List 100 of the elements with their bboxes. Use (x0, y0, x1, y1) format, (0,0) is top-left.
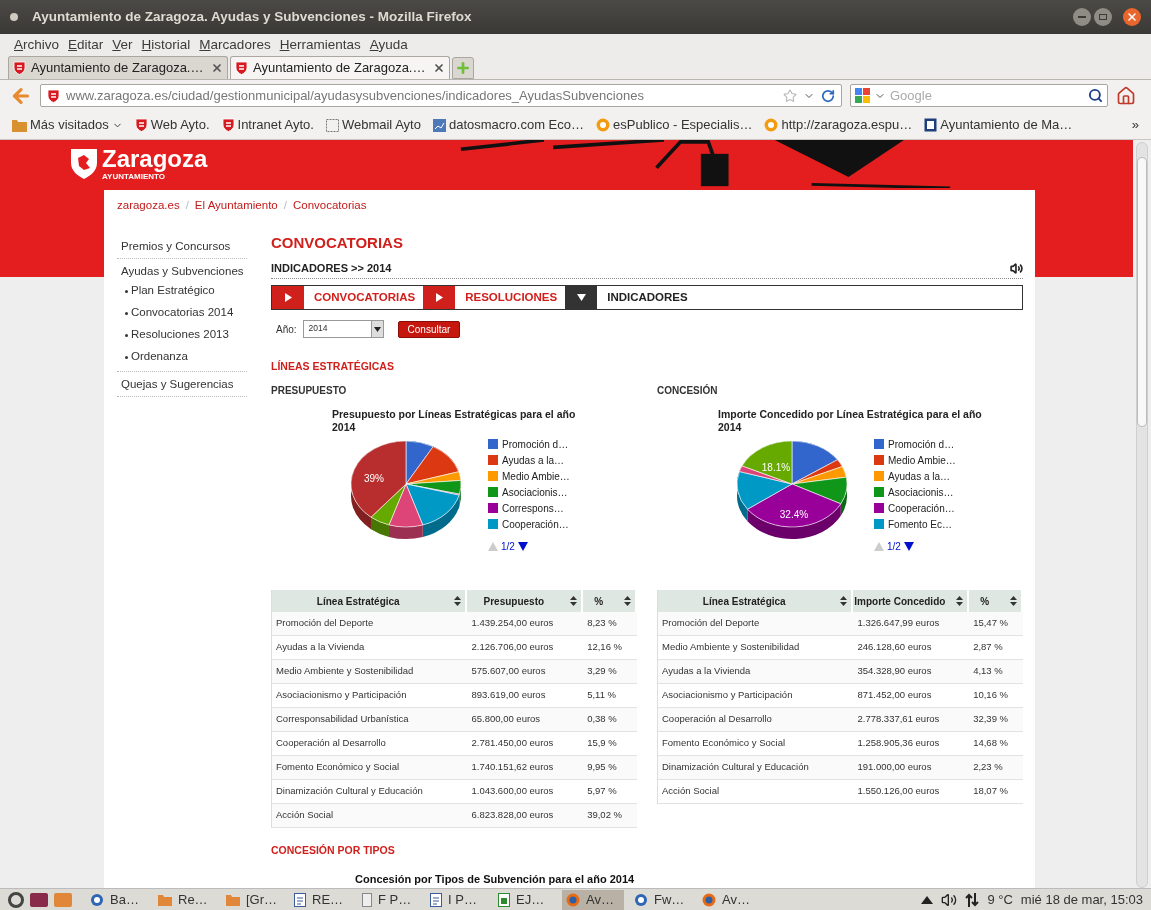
taskbar-item[interactable]: [Gr… (222, 889, 284, 910)
power-icon[interactable] (8, 891, 24, 908)
column-header[interactable]: Importe Concedido (853, 590, 970, 612)
year-select[interactable]: 2014 (302, 320, 384, 338)
taskbar-item[interactable]: Av… (562, 889, 624, 910)
scrollbar[interactable] (1133, 140, 1151, 888)
sidebar-link[interactable]: Premios y Concursos (117, 237, 247, 255)
sidebar-link[interactable]: Resoluciones 2013 (131, 326, 229, 344)
browser-tab[interactable]: Ayuntamiento de Zaragoza.… (8, 56, 228, 79)
home-icon[interactable] (1116, 85, 1136, 106)
window-menu-icon[interactable] (10, 13, 18, 21)
sidebar-link[interactable]: Ayudas y Subvenciones (117, 262, 247, 280)
column-header[interactable]: Línea Estratégica (658, 590, 854, 612)
bookmark-item[interactable]: Web Ayto. (134, 115, 210, 135)
legend-label: Ayudas a la… (888, 469, 951, 484)
folder-icon (12, 118, 27, 132)
year-label: Año: (276, 322, 297, 337)
taskbar-item[interactable]: Av… (698, 889, 760, 910)
table-cell-text: 10,16 % (972, 688, 1009, 703)
bookmark-item[interactable]: datosmacro.com Eco… (432, 115, 585, 135)
bookmark-item[interactable]: Más visitados (12, 115, 123, 135)
taskbar-item[interactable]: I P… (426, 889, 488, 910)
section-tab[interactable]: RESOLUCIONES (423, 286, 566, 309)
bookmark-item[interactable]: esPublico - Especialis… (596, 115, 753, 135)
section-tab[interactable]: INDICADORES (565, 286, 696, 309)
consultar-button[interactable]: Consultar (397, 320, 461, 338)
sort-icon[interactable] (570, 596, 578, 606)
column-header[interactable]: % (583, 590, 637, 612)
bookmark-item[interactable]: Webmail Ayto (325, 115, 421, 135)
chart-title: Presupuesto por Líneas Estratégicas para el año 2014 (332, 408, 577, 434)
taskbar-item[interactable]: Fw… (630, 889, 692, 910)
url-field[interactable]: www.zaragoza.es/ciudad/gestionmunicipal/ayudasysubvenciones/indicadores_AyudasSubvenciones (40, 84, 842, 107)
table-cell-text: 1.550.126,00 euros (856, 784, 941, 799)
sort-icon[interactable] (454, 596, 462, 606)
table-cell-text: 2.126.706,00 euros (470, 640, 555, 655)
sort-icon[interactable] (840, 596, 848, 606)
bookmark-item[interactable]: Ayuntamiento de Ma… (924, 115, 1073, 135)
menu-item[interactable]: Ayuda (369, 34, 408, 56)
temperature[interactable]: 9 °C (987, 889, 1013, 910)
menu-item[interactable]: Historial (141, 34, 191, 56)
taskbar-item[interactable]: F P… (358, 889, 420, 910)
bookmarks-overflow[interactable]: » (1131, 115, 1139, 135)
close-tab-icon[interactable] (433, 62, 445, 74)
search-engine-icon[interactable] (855, 88, 870, 103)
bookmark-item[interactable]: Intranet Ayto. (221, 115, 314, 135)
section-tab[interactable]: CONVOCATORIAS (272, 286, 424, 309)
page-down-icon[interactable] (903, 542, 914, 551)
maximize-button[interactable] (1094, 8, 1112, 26)
eject-icon[interactable] (921, 895, 934, 904)
minimize-button[interactable] (1073, 8, 1091, 26)
reload-icon[interactable] (821, 88, 835, 103)
search-icon[interactable] (1088, 88, 1103, 103)
table-cell-text: Fomento Económico y Social (275, 760, 401, 775)
bookmark-item[interactable]: http://zaragoza.espu… (764, 115, 913, 135)
document-icon (430, 892, 442, 907)
sidebar-link[interactable]: Convocatorias 2014 (131, 304, 234, 322)
menu-item[interactable]: Editar (68, 34, 104, 56)
shield-icon (235, 61, 248, 75)
sort-icon[interactable] (624, 596, 631, 606)
table-cell-text: 3,29 % (586, 664, 618, 679)
table-cell-text: 354.328,90 euros (856, 664, 933, 679)
column-header[interactable]: Línea Estratégica (272, 590, 468, 612)
search-field[interactable]: Google (890, 85, 1084, 106)
sidebar-link[interactable]: Ordenanza (131, 348, 188, 366)
menu-item[interactable]: Ver (112, 34, 133, 56)
section-title: LÍNEAS ESTRATÉGICAS (271, 359, 395, 373)
taskbar-item[interactable]: EJ… (494, 889, 556, 910)
sort-icon[interactable] (1010, 596, 1017, 606)
network-icon[interactable] (965, 892, 980, 907)
sidebar-link[interactable]: Quejas y Sugerencias (117, 375, 247, 393)
sort-icon[interactable] (956, 596, 964, 606)
table-cell-text: Dinamización Cultural y Educación (275, 784, 424, 799)
volume-icon[interactable] (941, 891, 958, 908)
clock[interactable]: mié 18 de mar, 15:03 (1020, 889, 1143, 910)
speaker-icon[interactable] (1010, 261, 1023, 275)
taskbar-item[interactable]: RE… (290, 889, 352, 910)
menu-item[interactable]: Marcadores (199, 34, 271, 56)
legend-label: Asociacionis… (502, 485, 568, 500)
column-header[interactable]: % (969, 590, 1023, 612)
app-icon[interactable] (30, 892, 48, 907)
menu-item[interactable]: Herramientas (279, 34, 361, 56)
logo-subtitle: AYUNTAMIENTO (102, 172, 166, 181)
page-down-icon[interactable] (517, 542, 528, 551)
bookmark-star-icon[interactable] (783, 88, 797, 103)
taskbar-item[interactable]: Re… (154, 889, 216, 910)
legend-label: Ayudas a la… (502, 453, 565, 468)
sidebar-link[interactable]: Plan Estratégico (131, 282, 215, 300)
browser-icon (566, 892, 580, 907)
table-cell-text: Ayudas a la Vivienda (661, 664, 752, 679)
table-cell-text: Asociacionismo y Participación (661, 688, 794, 703)
column-header[interactable]: Presupuesto (467, 590, 584, 612)
taskbar-item[interactable]: Ba… (86, 889, 148, 910)
browser-tab[interactable]: Ayuntamiento de Zaragoza.… (230, 56, 450, 79)
menu-item[interactable]: Archivo (14, 34, 60, 56)
breadcrumb-link[interactable]: El Ayuntamiento (194, 197, 278, 215)
search-box[interactable]: Google (850, 84, 1108, 107)
breadcrumb-link[interactable]: zaragoza.es (117, 197, 180, 215)
breadcrumb-link[interactable]: Convocatorias (292, 197, 367, 215)
close-tab-icon[interactable] (211, 62, 223, 74)
right-triangle-icon (283, 293, 293, 302)
